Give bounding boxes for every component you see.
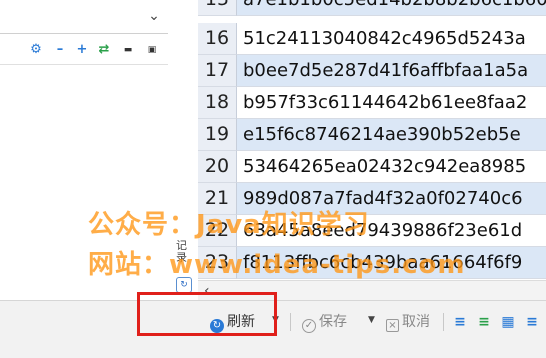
database-selector[interactable]: ⌄ bbox=[0, 0, 168, 34]
cancel-button[interactable]: × 取消 bbox=[386, 311, 430, 333]
row-number: 21 bbox=[198, 183, 237, 215]
vertical-tab-label[interactable]: 记录 bbox=[176, 240, 190, 264]
table-row[interactable]: 15 a7e1b1b0c5ed14b2b8b2b6c1b60 bbox=[198, 0, 546, 16]
add-row-icon[interactable]: ≡ bbox=[476, 314, 492, 330]
table-row[interactable]: 16 51c24113040842c4965d5243a bbox=[198, 23, 546, 55]
left-toolbar: ⚙ – + ⇄ ▬ ▣ bbox=[0, 36, 168, 65]
table-row[interactable]: 21 989d087a7fad4f32a0f02740c6 bbox=[198, 183, 546, 215]
row-number: 15 bbox=[198, 0, 237, 16]
table-row[interactable]: 17 b0ee7d5e287d41f6affbfaa1a5a bbox=[198, 55, 546, 87]
cancel-label: 取消 bbox=[402, 314, 430, 330]
table-cell[interactable]: 63a45a8eed79439886f23e61d bbox=[237, 215, 546, 247]
table-row[interactable]: 20 53464265ea02432c942ea8985 bbox=[198, 151, 546, 183]
row-number: 19 bbox=[198, 119, 237, 151]
gear-icon[interactable]: ⚙ bbox=[28, 42, 44, 58]
table-row[interactable]: 23 f8113ffbc6cb439baa61664f6f9 bbox=[198, 247, 546, 279]
edit-rows-icon[interactable]: ≡ bbox=[452, 314, 468, 330]
check-circle-icon: ✓ bbox=[302, 319, 316, 333]
table-row[interactable]: 19 e15f6c8746214ae390b52eb5e bbox=[198, 119, 546, 151]
table-cell[interactable]: b0ee7d5e287d41f6affbfaa1a5a bbox=[237, 55, 546, 87]
table-cell[interactable]: 989d087a7fad4f32a0f02740c6 bbox=[237, 183, 546, 215]
table-cell[interactable]: b957f33c61144642b61ee8faa2 bbox=[237, 87, 546, 119]
expand-icon[interactable]: + bbox=[74, 42, 90, 58]
minimize-icon[interactable]: ▬ bbox=[120, 42, 136, 58]
row-number: 22 bbox=[198, 215, 237, 247]
table-cell[interactable]: f8113ffbc6cb439baa61664f6f9 bbox=[237, 247, 546, 279]
table-cell[interactable]: 51c24113040842c4965d5243a bbox=[237, 23, 546, 55]
table-cell[interactable]: e15f6c8746214ae390b52eb5e bbox=[237, 119, 546, 151]
toolbar-separator bbox=[443, 313, 444, 331]
restore-icon[interactable]: ▣ bbox=[144, 42, 160, 58]
row-number: 16 bbox=[198, 23, 237, 55]
row-number: 17 bbox=[198, 55, 237, 87]
save-dropdown-icon[interactable]: ▼ bbox=[368, 315, 375, 325]
table-row[interactable]: 22 63a45a8eed79439886f23e61d bbox=[198, 215, 546, 247]
delete-row-icon[interactable]: ≡ bbox=[524, 314, 540, 330]
row-number: 20 bbox=[198, 151, 237, 183]
save-button[interactable]: ✓ 保存 bbox=[302, 311, 347, 333]
collapse-icon[interactable]: – bbox=[52, 42, 68, 58]
row-number: 18 bbox=[198, 87, 237, 119]
duplicate-row-icon[interactable]: ▦ bbox=[500, 314, 516, 330]
record-icon[interactable]: ↻ bbox=[176, 277, 192, 293]
sync-icon[interactable]: ⇄ bbox=[96, 42, 112, 58]
highlight-box bbox=[137, 292, 277, 336]
table-cell[interactable]: 53464265ea02432c942ea8985 bbox=[237, 151, 546, 183]
cancel-icon: × bbox=[386, 319, 399, 332]
table-cell[interactable]: a7e1b1b0c5ed14b2b8b2b6c1b60 bbox=[237, 0, 546, 16]
chevron-down-icon[interactable]: ⌄ bbox=[144, 6, 164, 26]
table-row[interactable]: 18 b957f33c61144642b61ee8faa2 bbox=[198, 87, 546, 119]
toolbar-separator bbox=[290, 313, 291, 331]
save-label: 保存 bbox=[319, 314, 347, 330]
results-grid[interactable]: 15 a7e1b1b0c5ed14b2b8b2b6c1b60 16 51c241… bbox=[198, 0, 546, 280]
row-number: 23 bbox=[198, 247, 237, 279]
